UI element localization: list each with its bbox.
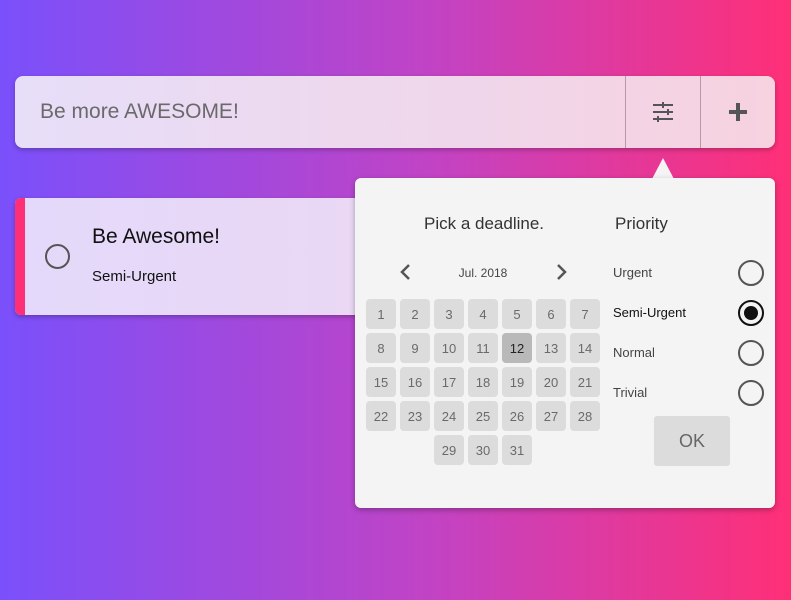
priority-option-semi-urgent[interactable]: Semi-Urgent <box>613 298 765 328</box>
calendar-day[interactable]: 22 <box>366 401 396 431</box>
calendar-day[interactable]: 20 <box>536 367 566 397</box>
priority-heading: Priority <box>615 214 668 233</box>
priority-option-trivial[interactable]: Trivial <box>613 378 765 408</box>
calendar-day[interactable]: 30 <box>468 435 498 465</box>
calendar-day[interactable]: 16 <box>400 367 430 397</box>
calendar-day[interactable]: 29 <box>434 435 464 465</box>
calendar-day[interactable]: 26 <box>502 401 532 431</box>
next-month-button[interactable] <box>552 260 572 284</box>
calendar-day[interactable]: 15 <box>366 367 396 397</box>
calendar-day[interactable]: 12 <box>502 333 532 363</box>
calendar-day[interactable]: 18 <box>468 367 498 397</box>
deadline-heading: Pick a deadline. <box>424 214 545 233</box>
priority-radio[interactable] <box>738 260 764 286</box>
calendar-day[interactable]: 9 <box>400 333 430 363</box>
popup-arrow <box>652 158 674 179</box>
calendar-day[interactable]: 6 <box>536 299 566 329</box>
priority-radio[interactable] <box>738 380 764 406</box>
plus-icon <box>729 103 747 121</box>
calendar-day[interactable]: 24 <box>434 401 464 431</box>
calendar-day[interactable]: 14 <box>570 333 600 363</box>
calendar-day[interactable]: 5 <box>502 299 532 329</box>
priority-option-label: Normal <box>613 345 655 360</box>
calendar-day[interactable]: 3 <box>434 299 464 329</box>
chevron-left-icon <box>400 264 410 280</box>
calendar-day[interactable]: 23 <box>400 401 430 431</box>
priority-option-normal[interactable]: Normal <box>613 338 765 368</box>
calendar-day[interactable]: 10 <box>434 333 464 363</box>
priority-option-label: Semi-Urgent <box>613 305 686 320</box>
todo-card[interactable]: Be Awesome! Semi-Urgent <box>15 198 375 315</box>
ok-button[interactable]: OK <box>654 416 730 466</box>
calendar-day[interactable]: 21 <box>570 367 600 397</box>
calendar-day[interactable]: 4 <box>468 299 498 329</box>
calendar-day[interactable]: 11 <box>468 333 498 363</box>
priority-radio[interactable] <box>738 300 764 326</box>
calendar-day[interactable]: 13 <box>536 333 566 363</box>
options-button[interactable] <box>625 76 700 148</box>
priority-radio[interactable] <box>738 340 764 366</box>
prev-month-button[interactable] <box>395 260 415 284</box>
priority-option-label: Urgent <box>613 265 653 280</box>
calendar-day[interactable]: 1 <box>366 299 396 329</box>
priority-option-label: Trivial <box>613 385 648 400</box>
calendar-day[interactable]: 28 <box>570 401 600 431</box>
options-popup: Pick a deadline. Priority Jul. 2018 1234… <box>355 178 775 508</box>
complete-checkbox[interactable] <box>45 244 70 269</box>
calendar-day[interactable]: 2 <box>400 299 430 329</box>
priority-stripe <box>15 198 25 315</box>
calendar-day[interactable]: 31 <box>502 435 532 465</box>
todo-priority: Semi-Urgent <box>92 268 177 285</box>
todo-title: Be Awesome! <box>92 225 221 248</box>
calendar-day[interactable]: 17 <box>434 367 464 397</box>
add-task-button[interactable] <box>700 76 775 148</box>
new-task-input[interactable] <box>15 76 625 148</box>
priority-option-urgent[interactable]: Urgent <box>613 258 765 288</box>
calendar-day[interactable]: 7 <box>570 299 600 329</box>
sliders-icon <box>653 102 673 122</box>
calendar-day[interactable]: 19 <box>502 367 532 397</box>
chevron-right-icon <box>557 264 567 280</box>
calendar-day[interactable]: 25 <box>468 401 498 431</box>
calendar-day[interactable]: 8 <box>366 333 396 363</box>
new-task-bar <box>15 76 775 148</box>
calendar-day[interactable]: 27 <box>536 401 566 431</box>
calendar-month: Jul. 2018 <box>458 266 508 280</box>
